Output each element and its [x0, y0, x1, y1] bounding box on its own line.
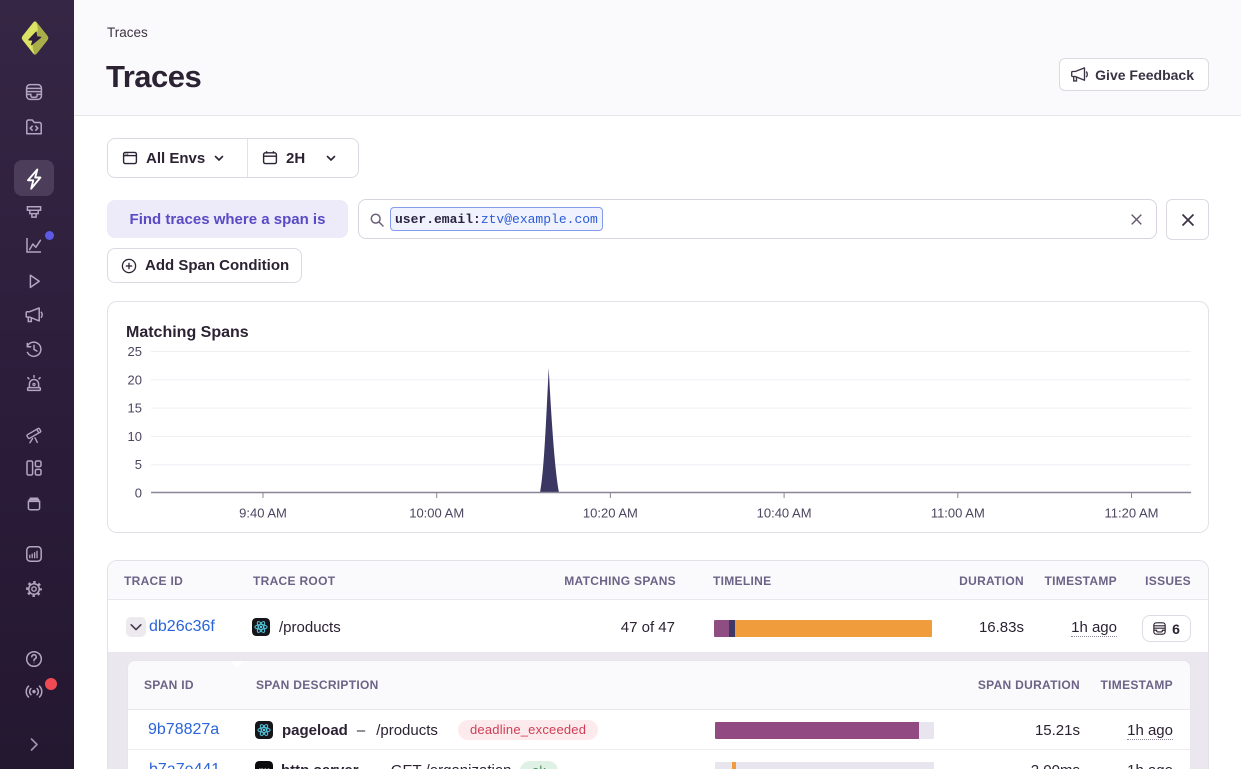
svg-text:11:00 AM: 11:00 AM: [931, 506, 985, 521]
svg-text:10:40 AM: 10:40 AM: [757, 506, 812, 521]
svg-text:20: 20: [128, 372, 142, 387]
svg-text:0: 0: [135, 486, 142, 501]
svg-text:10:20 AM: 10:20 AM: [583, 506, 638, 521]
svg-text:11:20 AM: 11:20 AM: [1105, 506, 1159, 521]
svg-text:25: 25: [128, 344, 142, 359]
svg-text:px: px: [258, 766, 270, 769]
svg-text:10:00 AM: 10:00 AM: [409, 506, 464, 521]
svg-text:5: 5: [135, 457, 142, 472]
svg-text:9:40 AM: 9:40 AM: [239, 506, 287, 521]
svg-text:10: 10: [128, 429, 142, 444]
svg-text:15: 15: [128, 401, 142, 416]
